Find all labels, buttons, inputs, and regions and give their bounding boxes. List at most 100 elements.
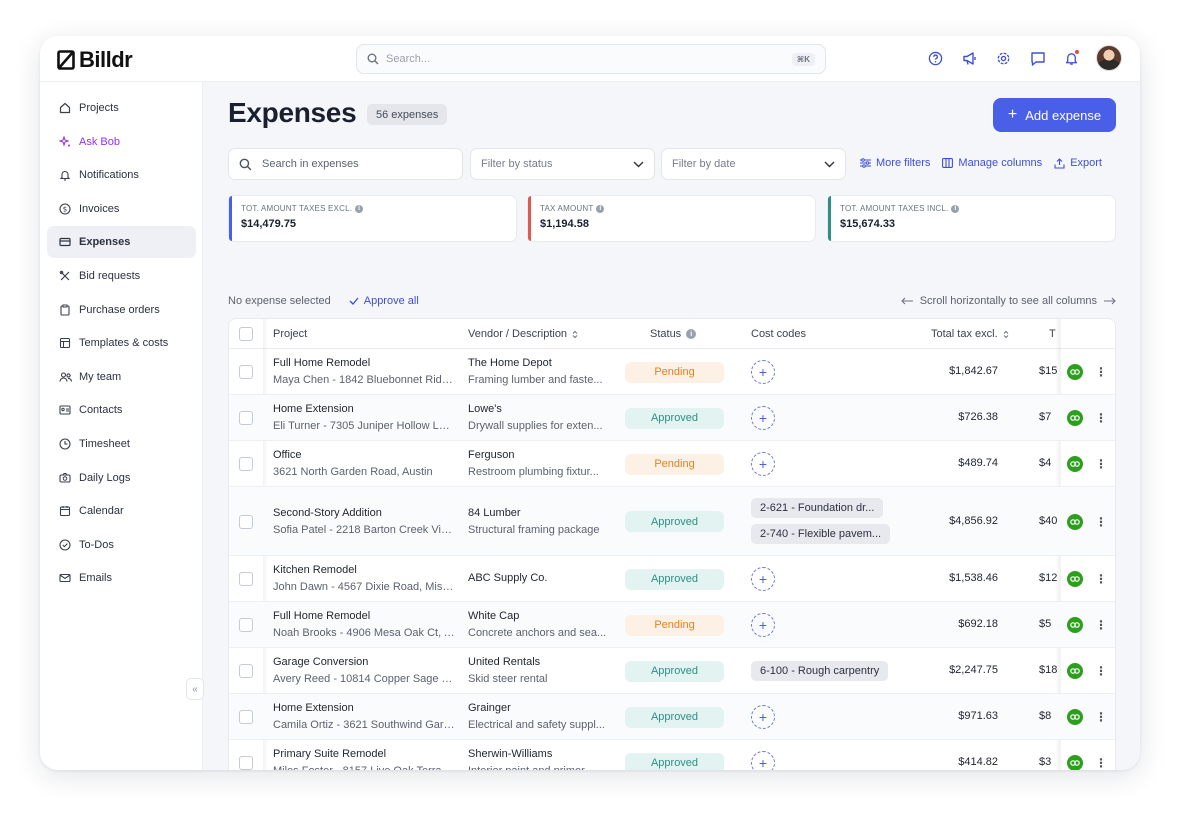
status-badge[interactable]: Pending (625, 361, 724, 383)
header-vendor[interactable]: Vendor / Description (468, 328, 578, 340)
total-tax-excl: $4,856.92 (949, 514, 998, 527)
notification-bell-icon[interactable] (1062, 48, 1081, 68)
status-badge[interactable]: Approved (625, 706, 724, 728)
check-icon (349, 297, 359, 305)
more-options-icon[interactable]: ⋮ (1095, 619, 1107, 631)
more-filters-link[interactable]: More filters (860, 157, 930, 169)
status-badge[interactable]: Approved (625, 752, 724, 770)
sidebar-item-invoices[interactable]: $ Invoices (47, 193, 196, 225)
table-row[interactable]: Home Extension Eli Turner - 7305 Juniper … (229, 395, 1115, 441)
sidebar-item-calendar[interactable]: Calendar (47, 495, 196, 527)
manage-columns-link[interactable]: Manage columns (942, 157, 1042, 169)
add-cost-code-button[interactable]: + (751, 360, 775, 384)
expense-search-input[interactable]: Search in expenses (228, 148, 463, 180)
row-checkbox[interactable] (239, 457, 253, 471)
row-checkbox[interactable] (239, 365, 253, 379)
status-badge[interactable]: Approved (625, 407, 724, 429)
quickbooks-icon[interactable] (1067, 663, 1083, 679)
status-filter-select[interactable]: Filter by status (470, 148, 655, 180)
vendor-description: Drywall supplies for exten... (468, 420, 603, 432)
table-row[interactable]: Full Home Remodel Maya Chen - 1842 Bluebo… (229, 349, 1115, 395)
add-expense-button[interactable]: + Add expense (993, 98, 1116, 132)
sidebar: Projects Ask Bob Notifications $ Invoices Exp… (40, 82, 203, 770)
megaphone-icon[interactable] (960, 49, 979, 68)
sidebar-item-timesheet[interactable]: Timesheet (47, 428, 196, 460)
help-icon[interactable] (926, 49, 945, 68)
sidebar-item-purchase-orders[interactable]: Purchase orders (47, 294, 196, 326)
table-row[interactable]: Home Extension Camila Ortiz - 3621 Southw… (229, 694, 1115, 740)
sidebar-item-my-team[interactable]: My team (47, 361, 196, 393)
select-all-checkbox[interactable] (239, 327, 253, 341)
row-checkbox[interactable] (239, 411, 253, 425)
header-status[interactable]: Status i (650, 328, 697, 340)
add-cost-code-button[interactable]: + (751, 567, 775, 591)
row-checkbox[interactable] (239, 618, 253, 632)
more-options-icon[interactable]: ⋮ (1095, 458, 1107, 470)
quickbooks-icon[interactable] (1067, 513, 1083, 530)
more-options-icon[interactable]: ⋮ (1095, 711, 1107, 723)
cost-code-tag[interactable]: 2-740 - Flexible pavem... (751, 523, 891, 544)
row-checkbox[interactable] (239, 756, 253, 770)
sidebar-item-emails[interactable]: Emails (47, 562, 196, 594)
table-row[interactable]: Primary Suite Remodel Miles Foster - 8157… (229, 740, 1115, 770)
header-cost-codes[interactable]: Cost codes (751, 328, 806, 340)
gear-icon[interactable] (994, 49, 1013, 68)
logo[interactable]: Billdr (57, 47, 133, 73)
more-options-icon[interactable]: ⋮ (1095, 573, 1107, 585)
sidebar-item-notifications[interactable]: Notifications (47, 159, 196, 191)
quickbooks-icon[interactable] (1067, 755, 1083, 770)
row-checkbox[interactable] (239, 664, 253, 678)
header-total-excl[interactable]: Total tax excl. (931, 328, 1009, 340)
quickbooks-icon[interactable] (1067, 571, 1083, 587)
status-badge[interactable]: Pending (625, 614, 724, 636)
status-badge[interactable]: Approved (625, 660, 724, 682)
sidebar-item-daily-logs[interactable]: Daily Logs (47, 462, 196, 494)
header-project[interactable]: Project (273, 328, 307, 340)
add-cost-code-button[interactable]: + (751, 452, 775, 476)
add-cost-code-button[interactable]: + (751, 705, 775, 729)
chat-icon[interactable] (1028, 49, 1047, 68)
sidebar-item-bid-requests[interactable]: Bid requests (47, 260, 196, 292)
collapse-sidebar-button[interactable]: « (186, 678, 204, 700)
table-row[interactable]: Full Home Remodel Noah Brooks - 4906 Mesa… (229, 602, 1115, 648)
row-checkbox[interactable] (239, 710, 253, 724)
row-checkbox[interactable] (239, 514, 253, 529)
status-badge[interactable]: Approved (625, 511, 724, 532)
cost-code-tag[interactable]: 2-621 - Foundation dr... (751, 497, 884, 518)
table-row[interactable]: Garage Conversion Avery Reed - 10814 Copp… (229, 648, 1115, 694)
export-link[interactable]: Export (1054, 157, 1102, 169)
sidebar-item-projects[interactable]: Projects (47, 92, 196, 124)
table-row[interactable]: Kitchen Remodel John Dawn - 4567 Dixie Ro… (229, 556, 1115, 602)
table-row[interactable]: Second-Story Addition Sofia Patel - 2218 … (229, 487, 1115, 556)
quickbooks-icon[interactable] (1067, 410, 1083, 426)
quickbooks-icon[interactable] (1067, 456, 1083, 472)
sidebar-item-contacts[interactable]: Contacts (47, 394, 196, 426)
table-row[interactable]: Office 3621 North Garden Road, Austin Ferg… (229, 441, 1115, 487)
status-badge[interactable]: Pending (625, 453, 724, 475)
more-options-icon[interactable]: ⋮ (1095, 516, 1107, 528)
quickbooks-icon[interactable] (1067, 617, 1083, 633)
sidebar-item-todos[interactable]: To-Dos (47, 529, 196, 561)
add-cost-code-button[interactable]: + (751, 406, 775, 430)
more-options-icon[interactable]: ⋮ (1095, 412, 1107, 424)
more-options-icon[interactable]: ⋮ (1095, 757, 1107, 769)
cost-code-tag[interactable]: 6-100 - Rough carpentry (751, 661, 889, 681)
approve-all-button[interactable]: Approve all (349, 295, 419, 307)
add-cost-code-button[interactable]: + (751, 613, 775, 637)
status-badge[interactable]: Approved (625, 568, 724, 590)
search-input[interactable]: Search... (386, 53, 792, 65)
sidebar-item-expenses[interactable]: Expenses (47, 226, 196, 259)
more-options-icon[interactable]: ⋮ (1095, 366, 1107, 378)
project-cell: Primary Suite Remodel Miles Foster - 8157… (273, 748, 455, 770)
quickbooks-icon[interactable] (1067, 364, 1083, 380)
table-tools: More filters Manage columns Export (860, 157, 1102, 169)
global-search[interactable]: Search... ⌘K (356, 44, 826, 74)
sidebar-item-ask-bob[interactable]: Ask Bob (47, 126, 196, 158)
row-checkbox[interactable] (239, 572, 253, 586)
add-cost-code-button[interactable]: + (751, 751, 775, 770)
quickbooks-icon[interactable] (1067, 709, 1083, 725)
sidebar-item-templates[interactable]: Templates & costs (47, 327, 196, 359)
user-avatar[interactable] (1096, 45, 1122, 71)
date-filter-select[interactable]: Filter by date (661, 148, 846, 180)
more-options-icon[interactable]: ⋮ (1095, 665, 1107, 677)
